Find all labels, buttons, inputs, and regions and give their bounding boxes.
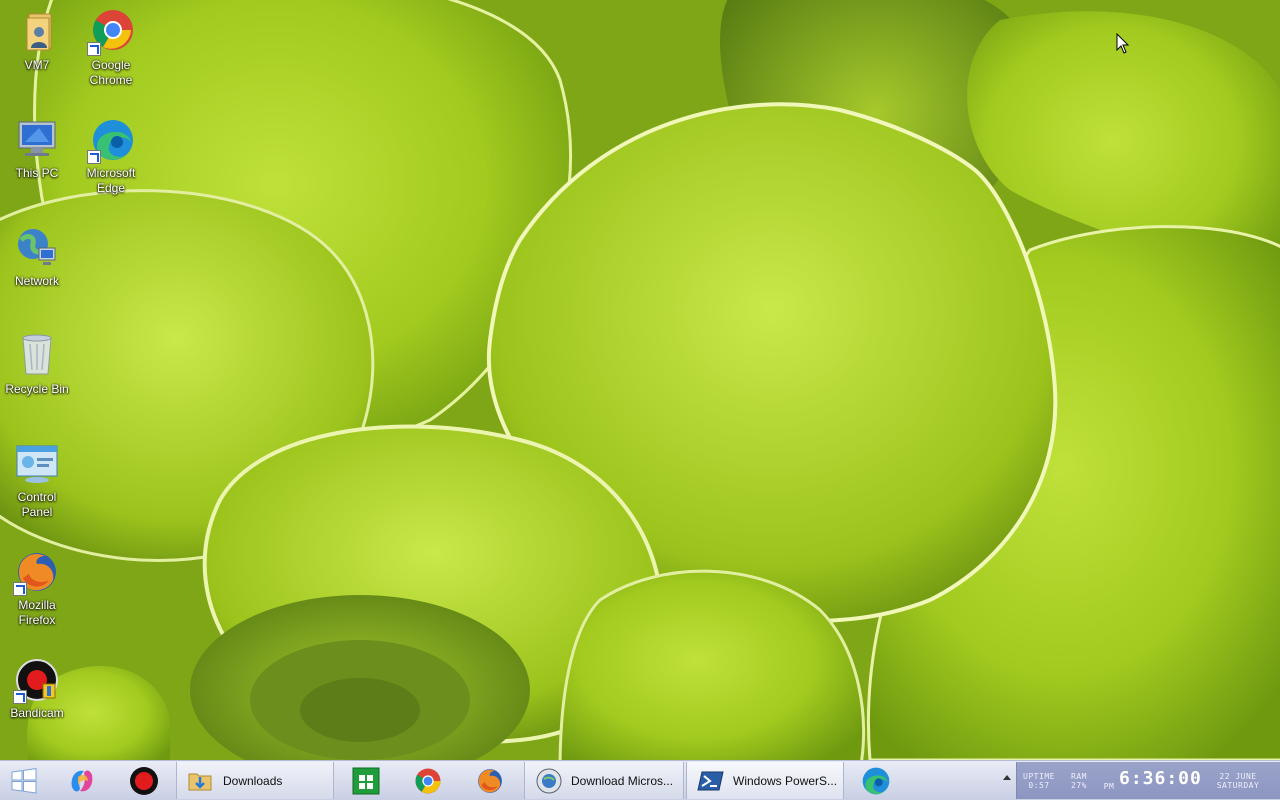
desktop-icon-label: Mozilla Firefox — [18, 598, 56, 627]
taskbar-edge-button[interactable] — [854, 762, 898, 799]
desktop-icon-label: This PC — [15, 166, 59, 180]
desktop-icon-firefox[interactable]: Mozilla Firefox — [0, 548, 74, 628]
recycle-bin-icon — [13, 332, 61, 380]
taskbar-button-label: Downloads — [223, 773, 283, 788]
date-widget[interactable]: 22 JUNE SATURDAY — [1205, 772, 1271, 790]
date-label: 22 JUNE — [1219, 772, 1257, 781]
taskbar-firefox-button[interactable] — [468, 762, 512, 799]
taskbar-window-download-microsoft[interactable]: Download Micros... — [524, 762, 684, 799]
uptime-label: UPTIME — [1023, 772, 1055, 781]
desktop-icon-label: Network — [14, 274, 59, 288]
edge-icon — [862, 767, 890, 794]
desktop-icon-network[interactable]: Network — [0, 224, 74, 289]
store-icon — [352, 767, 380, 794]
mouse-cursor-icon — [1116, 33, 1130, 54]
desktop-icon-bandicam[interactable]: Bandicam — [0, 656, 74, 721]
taskbar-button-label: Windows PowerS... — [733, 773, 838, 788]
computer-icon — [13, 116, 61, 164]
taskbar-copilot-button[interactable] — [60, 762, 104, 799]
taskbar-bandicam-button[interactable] — [122, 762, 166, 799]
desktop-icon-label: Google Chrome — [89, 58, 133, 87]
shortcut-arrow-icon — [87, 42, 101, 56]
taskbar-window-powershell[interactable]: Windows PowerS... — [686, 762, 844, 799]
record-icon — [130, 766, 158, 795]
taskbar-chrome-button[interactable] — [406, 762, 450, 799]
desktop-icon-label: Bandicam — [10, 706, 64, 720]
taskbar-store-button[interactable] — [344, 762, 388, 799]
desktop-wallpaper — [0, 0, 1280, 760]
start-button[interactable] — [4, 762, 44, 799]
taskbar-button-label: Download Micros... — [571, 773, 674, 788]
ram-value: 27% — [1071, 781, 1087, 790]
bandicam-icon — [13, 656, 61, 704]
folder-user-icon — [13, 8, 61, 56]
desktop-icon-chrome[interactable]: Google Chrome — [74, 8, 148, 88]
desktop-icon-control-panel[interactable]: Control Panel — [0, 440, 74, 520]
desktop-icon-label: Recycle Bin — [5, 382, 69, 396]
taskbar: Downloads Download Micros... Windows Pow… — [0, 760, 1280, 800]
uptime-widget: UPTIME 0:57 — [1021, 772, 1057, 790]
taskbar-downloads-button[interactable]: Downloads — [176, 762, 334, 799]
day-label: SATURDAY — [1216, 781, 1260, 790]
firefox-icon — [478, 768, 502, 793]
windows-logo-icon — [11, 767, 37, 794]
ram-label: RAM — [1071, 772, 1087, 781]
edge-icon — [87, 116, 135, 164]
network-icon — [13, 224, 61, 272]
download-globe-icon — [536, 768, 562, 793]
desktop-icon-label: Control Panel — [17, 490, 57, 519]
powershell-icon — [697, 771, 724, 790]
copilot-icon — [71, 770, 93, 791]
firefox-icon — [13, 548, 61, 596]
system-tray: UPTIME 0:57 RAM 27% PM 6:36:00 22 JUNE S… — [1016, 762, 1280, 799]
chrome-icon — [415, 768, 441, 793]
shortcut-arrow-icon — [13, 582, 27, 596]
desktop-icon-recycle-bin[interactable]: Recycle Bin — [0, 332, 74, 397]
desktop-icon-label: Microsoft Edge — [86, 166, 136, 195]
uptime-value: 0:57 — [1028, 781, 1050, 790]
chrome-icon — [87, 8, 135, 56]
desktop-icon-edge[interactable]: Microsoft Edge — [74, 116, 148, 196]
desktop-icon-vm7[interactable]: VM7 — [0, 8, 74, 73]
desktop-icon-this-pc[interactable]: This PC — [0, 116, 74, 181]
control-panel-icon — [13, 440, 61, 488]
folder-download-icon — [188, 773, 212, 790]
clock-ampm: PM — [1103, 782, 1115, 791]
chevron-up-icon[interactable] — [1003, 774, 1011, 782]
desktop-icon-label: VM7 — [24, 58, 50, 72]
shortcut-arrow-icon — [13, 690, 27, 704]
clock-time[interactable]: 6:36:00 — [1119, 768, 1202, 789]
succulent-wallpaper-image — [0, 0, 1280, 760]
shortcut-arrow-icon — [87, 150, 101, 164]
ram-widget: RAM 27% — [1061, 772, 1097, 790]
